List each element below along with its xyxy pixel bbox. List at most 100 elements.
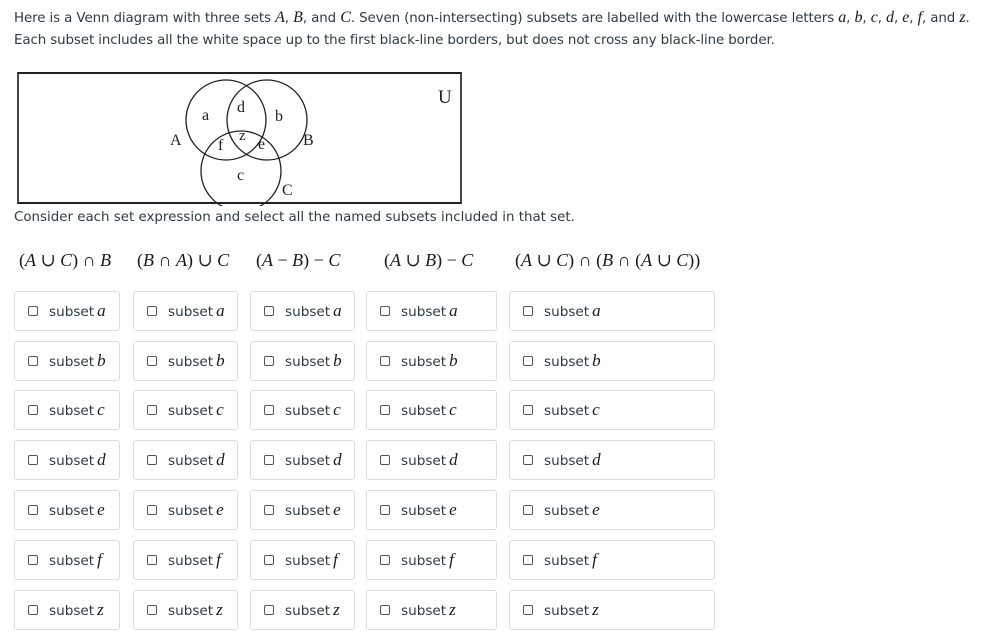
set-A-circle bbox=[185, 79, 267, 161]
option-q2-subset-d[interactable]: subset d bbox=[133, 440, 238, 480]
checkbox[interactable] bbox=[380, 455, 390, 465]
option-q4-subset-b[interactable]: subset b bbox=[366, 341, 497, 381]
option-q5-subset-f[interactable]: subset f bbox=[509, 540, 715, 580]
option-q5-subset-a[interactable]: subset a bbox=[509, 291, 715, 331]
option-variable: c bbox=[97, 400, 105, 419]
option-label: subset d bbox=[401, 450, 458, 470]
checkbox[interactable] bbox=[523, 555, 533, 565]
option-text: subset bbox=[49, 603, 95, 619]
option-q5-subset-e[interactable]: subset e bbox=[509, 490, 715, 530]
checkbox[interactable] bbox=[380, 555, 390, 565]
option-q3-subset-z[interactable]: subset z bbox=[250, 590, 355, 630]
checkbox[interactable] bbox=[264, 505, 274, 515]
checkbox[interactable] bbox=[264, 555, 274, 565]
checkbox[interactable] bbox=[380, 405, 390, 415]
option-q1-subset-c[interactable]: subset c bbox=[14, 390, 120, 430]
option-q2-subset-e[interactable]: subset e bbox=[133, 490, 238, 530]
option-q3-subset-d[interactable]: subset d bbox=[250, 440, 355, 480]
checkbox[interactable] bbox=[147, 505, 157, 515]
checkbox[interactable] bbox=[264, 356, 274, 366]
option-q4-subset-e[interactable]: subset e bbox=[366, 490, 497, 530]
option-variable: a bbox=[333, 301, 342, 320]
option-q1-subset-d[interactable]: subset d bbox=[14, 440, 120, 480]
checkbox[interactable] bbox=[147, 605, 157, 615]
option-label: subset e bbox=[168, 500, 224, 520]
option-text: subset bbox=[285, 553, 331, 569]
checkbox[interactable] bbox=[147, 405, 157, 415]
region-z-label: z bbox=[239, 128, 246, 144]
option-q4-subset-c[interactable]: subset c bbox=[366, 390, 497, 430]
checkbox[interactable] bbox=[523, 356, 533, 366]
checkbox[interactable] bbox=[523, 405, 533, 415]
checkbox[interactable] bbox=[380, 505, 390, 515]
checkbox[interactable] bbox=[28, 405, 38, 415]
option-q1-subset-f[interactable]: subset f bbox=[14, 540, 120, 580]
option-label: subset e bbox=[401, 500, 457, 520]
checkbox[interactable] bbox=[523, 605, 533, 615]
option-q4-subset-a[interactable]: subset a bbox=[366, 291, 497, 331]
checkbox[interactable] bbox=[147, 356, 157, 366]
option-label: subset a bbox=[401, 301, 458, 321]
option-variable: e bbox=[97, 500, 105, 519]
option-q3-subset-e[interactable]: subset e bbox=[250, 490, 355, 530]
option-variable: a bbox=[449, 301, 458, 320]
option-text: subset bbox=[285, 453, 331, 469]
option-q2-subset-c[interactable]: subset c bbox=[133, 390, 238, 430]
instructions-line-1: Here is a Venn diagram with three sets A… bbox=[14, 9, 970, 26]
checkbox[interactable] bbox=[264, 405, 274, 415]
option-label: subset b bbox=[544, 351, 601, 371]
checkbox[interactable] bbox=[523, 306, 533, 316]
option-q1-subset-z[interactable]: subset z bbox=[14, 590, 120, 630]
option-label: subset e bbox=[544, 500, 600, 520]
checkbox[interactable] bbox=[523, 455, 533, 465]
checkbox[interactable] bbox=[523, 505, 533, 515]
option-q2-subset-z[interactable]: subset z bbox=[133, 590, 238, 630]
option-q1-subset-a[interactable]: subset a bbox=[14, 291, 120, 331]
option-q4-subset-d[interactable]: subset d bbox=[366, 440, 497, 480]
checkbox[interactable] bbox=[28, 306, 38, 316]
checkbox[interactable] bbox=[28, 555, 38, 565]
option-q4-subset-z[interactable]: subset z bbox=[366, 590, 497, 630]
option-variable: f bbox=[592, 550, 597, 569]
checkbox[interactable] bbox=[380, 306, 390, 316]
option-label: subset d bbox=[544, 450, 601, 470]
checkbox[interactable] bbox=[147, 455, 157, 465]
checkbox[interactable] bbox=[380, 605, 390, 615]
option-q2-subset-f[interactable]: subset f bbox=[133, 540, 238, 580]
option-q4-subset-f[interactable]: subset f bbox=[366, 540, 497, 580]
option-variable: c bbox=[449, 400, 457, 419]
checkbox[interactable] bbox=[28, 505, 38, 515]
region-f-label: f bbox=[218, 137, 224, 154]
option-label: subset a bbox=[544, 301, 601, 321]
option-variable: b bbox=[333, 351, 342, 370]
option-q2-subset-a[interactable]: subset a bbox=[133, 291, 238, 331]
option-text: subset bbox=[401, 354, 447, 370]
option-q2-subset-b[interactable]: subset b bbox=[133, 341, 238, 381]
checkbox[interactable] bbox=[380, 356, 390, 366]
venn-svg: U A B C a b c d e f z bbox=[170, 79, 452, 206]
option-variable: z bbox=[216, 600, 223, 619]
option-q5-subset-c[interactable]: subset c bbox=[509, 390, 715, 430]
option-q5-subset-d[interactable]: subset d bbox=[509, 440, 715, 480]
option-text: subset bbox=[285, 304, 331, 320]
option-q5-subset-z[interactable]: subset z bbox=[509, 590, 715, 630]
option-q3-subset-a[interactable]: subset a bbox=[250, 291, 355, 331]
option-q5-subset-b[interactable]: subset b bbox=[509, 341, 715, 381]
checkbox[interactable] bbox=[147, 306, 157, 316]
checkbox[interactable] bbox=[264, 306, 274, 316]
option-text: subset bbox=[168, 304, 214, 320]
option-q3-subset-c[interactable]: subset c bbox=[250, 390, 355, 430]
checkbox[interactable] bbox=[28, 455, 38, 465]
checkbox[interactable] bbox=[28, 605, 38, 615]
checkbox[interactable] bbox=[147, 555, 157, 565]
option-q1-subset-e[interactable]: subset e bbox=[14, 490, 120, 530]
option-label: subset c bbox=[544, 400, 600, 420]
option-q3-subset-f[interactable]: subset f bbox=[250, 540, 355, 580]
checkbox[interactable] bbox=[264, 605, 274, 615]
checkbox[interactable] bbox=[264, 455, 274, 465]
option-q3-subset-b[interactable]: subset b bbox=[250, 341, 355, 381]
option-q1-subset-b[interactable]: subset b bbox=[14, 341, 120, 381]
region-d-label: d bbox=[237, 99, 245, 116]
option-variable: d bbox=[97, 450, 106, 469]
checkbox[interactable] bbox=[28, 356, 38, 366]
